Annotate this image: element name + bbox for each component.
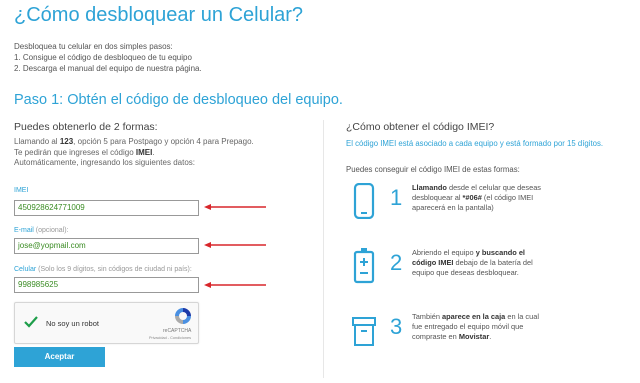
way-text: Abriendo el equipo y buscando el código … [412,248,533,277]
column-divider [323,120,324,378]
checkmark-icon[interactable] [24,316,38,328]
imei-input[interactable]: 450928624771009 [14,200,199,216]
page-title: ¿Cómo desbloquear un Celular? [14,4,304,26]
way-text: También aparece en la caja en la cual fu… [412,312,539,341]
cel-label: Celular (Solo los 9 dígitos, sin códigos… [14,266,192,273]
intro-step-1: 1. Consigue el código de desbloqueo de t… [14,53,192,62]
left-subtitle: Puedes obtenerlo de 2 formas: [14,121,158,133]
intro-step-2: 2. Descarga el manual del equipo de nues… [14,64,202,73]
way-number: 3 [390,314,403,339]
recaptcha-widget[interactable]: No soy un robot reCAPTCHA Privacidad - C… [14,302,199,344]
intro-line: Desbloquea tu celular en dos simples pas… [14,42,173,51]
email-label: E-mail (opcional): [14,227,69,234]
way-text: Llamando desde el celular que deseas des… [412,183,541,212]
left-column: Puedes obtenerlo de 2 formas: Llamando a… [14,121,314,169]
intro-text: Desbloquea tu celular en dos simples pas… [14,41,202,74]
email-input[interactable]: jose@yopmail.com [14,238,199,254]
recaptcha-links[interactable]: Privacidad - Condiciones [149,336,191,340]
step-title: Paso 1: Obtén el código de desbloqueo de… [14,92,343,108]
phone-icon [353,183,375,219]
battery-icon [353,248,375,284]
arrow-cel-icon [204,282,266,288]
imei-ways-intro: Puedes conseguir el código IMEI de estas… [346,165,520,174]
arrow-imei-icon [204,204,266,210]
imei-heading: ¿Cómo obtener el código IMEI? [346,121,495,133]
cel-input[interactable]: 998985625 [14,277,199,293]
arrow-email-icon [204,242,266,248]
way-number: 2 [390,250,403,275]
left-description: Llamando al 123, opción 5 para Postpago … [14,137,254,167]
imei-way-2: 2 Abriendo el equipo y buscando el códig… [346,248,636,308]
submit-button[interactable]: Aceptar [14,347,105,367]
imei-label: IMEI [14,187,29,194]
recaptcha-brand: reCAPTCHA [163,328,192,334]
imei-info: El código IMEI está asociado a cada equi… [346,139,604,148]
box-icon [352,317,376,346]
imei-way-3: 3 También aparece en la caja en la cual … [346,312,636,372]
imei-way-1: 1 Llamando desde el celular que deseas d… [346,183,636,243]
recaptcha-label: No soy un robot [46,319,99,328]
right-column: ¿Cómo obtener el código IMEI? El código … [346,121,636,149]
way-number: 1 [390,185,403,210]
recaptcha-logo-icon [175,308,191,324]
